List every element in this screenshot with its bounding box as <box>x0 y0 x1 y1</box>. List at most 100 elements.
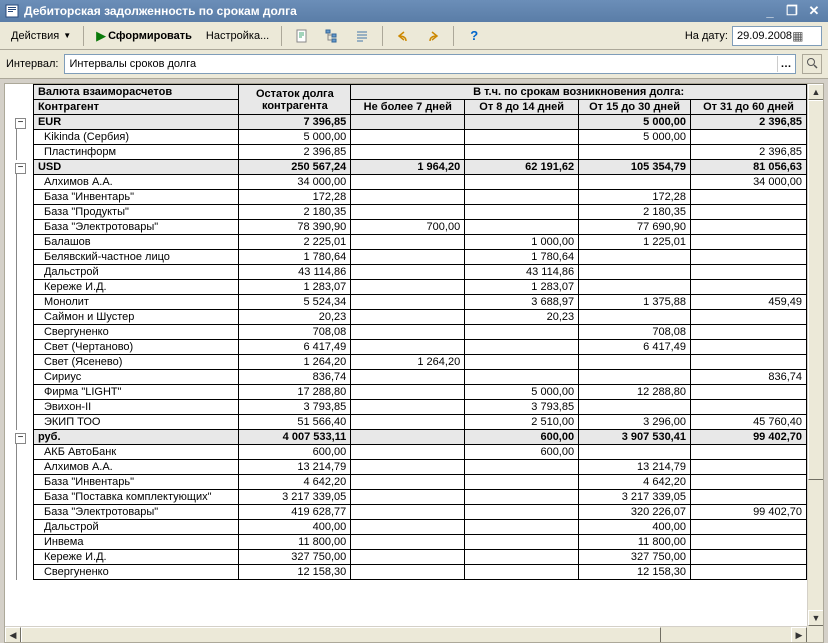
table-row[interactable]: Сириус836,74836,74 <box>5 370 807 385</box>
scroll-thumb-h[interactable] <box>21 627 661 643</box>
form-label: Сформировать <box>108 30 192 42</box>
close-button[interactable]: ✕ <box>804 2 824 20</box>
tree-collapse-button[interactable]: − <box>15 163 26 174</box>
row-p4: 99 402,70 <box>690 505 806 520</box>
date-input[interactable]: 29.09.2008 ▦ <box>732 26 822 46</box>
row-p1 <box>351 235 465 250</box>
table-row[interactable]: База "Электротовары"419 628,77320 226,07… <box>5 505 807 520</box>
row-balance: 3 793,85 <box>239 400 351 415</box>
table-row[interactable]: АКБ АвтоБанк600,00600,00 <box>5 445 807 460</box>
table-row[interactable]: Дальстрой400,00400,00 <box>5 520 807 535</box>
search-button[interactable] <box>802 54 822 74</box>
table-row[interactable]: Алхимов А.А.13 214,7913 214,79 <box>5 460 807 475</box>
row-p4 <box>690 130 806 145</box>
table-row[interactable]: Эвихон-II3 793,853 793,85 <box>5 400 807 415</box>
restore-button[interactable]: ❐ <box>782 2 802 20</box>
tb-icon-1[interactable] <box>289 25 315 47</box>
group-p4: 81 056,63 <box>690 160 806 175</box>
minimize-button[interactable]: _ <box>760 2 780 20</box>
table-row[interactable]: Свергуненко12 158,3012 158,30 <box>5 565 807 580</box>
row-balance: 20,23 <box>239 310 351 325</box>
row-p4: 34 000,00 <box>690 175 806 190</box>
tree-collapse-button[interactable]: − <box>15 433 26 444</box>
table-row[interactable]: База "Продукты"2 180,352 180,35 <box>5 205 807 220</box>
table-row[interactable]: Свергуненко708,08708,08 <box>5 325 807 340</box>
table-row[interactable]: Кереже И.Д.1 283,071 283,07 <box>5 280 807 295</box>
row-p4 <box>690 220 806 235</box>
tb-icon-3[interactable] <box>349 25 375 47</box>
table-row[interactable]: ЭКИП ТОО51 566,402 510,003 296,0045 760,… <box>5 415 807 430</box>
tree-collapse-button[interactable]: − <box>15 118 26 129</box>
filter-bar: Интервал: Интервалы сроков долга … <box>0 50 828 79</box>
scroll-right-arrow[interactable]: ▶ <box>791 627 807 643</box>
vertical-scrollbar[interactable]: ▲ ▼ <box>807 84 823 626</box>
calendar-icon[interactable]: ▦ <box>792 29 819 43</box>
table-row[interactable]: Свет (Чертаново)6 417,496 417,49 <box>5 340 807 355</box>
scroll-thumb[interactable] <box>808 100 824 480</box>
row-name: Алхимов А.А. <box>33 175 238 190</box>
row-p2 <box>465 130 579 145</box>
scroll-left-arrow[interactable]: ◀ <box>5 627 21 643</box>
settings-button[interactable]: Настройка... <box>201 25 274 47</box>
tb-icon-5[interactable] <box>420 25 446 47</box>
row-p3: 3 296,00 <box>579 415 691 430</box>
row-balance: 327 750,00 <box>239 550 351 565</box>
row-p4 <box>690 190 806 205</box>
table-row[interactable]: Белявский-частное лицо1 780,641 780,64 <box>5 250 807 265</box>
table-row[interactable]: Дальстрой43 114,8643 114,86 <box>5 265 807 280</box>
row-p3: 1 375,88 <box>579 295 691 310</box>
table-row[interactable]: База "Инвентарь"172,28172,28 <box>5 190 807 205</box>
row-p2 <box>465 355 579 370</box>
row-p1 <box>351 265 465 280</box>
row-p1 <box>351 475 465 490</box>
group-name[interactable]: EUR <box>33 115 238 130</box>
row-p3 <box>579 445 691 460</box>
help-button[interactable]: ? <box>461 25 487 47</box>
row-p3 <box>579 355 691 370</box>
row-p3: 77 690,90 <box>579 220 691 235</box>
row-p1 <box>351 370 465 385</box>
scroll-down-arrow[interactable]: ▼ <box>808 610 824 626</box>
row-p2: 43 114,86 <box>465 265 579 280</box>
interval-input[interactable]: Интервалы сроков долга … <box>64 54 796 74</box>
row-name: Инвема <box>33 535 238 550</box>
scroll-up-arrow[interactable]: ▲ <box>808 84 824 100</box>
table-row[interactable]: Фирма "LIGHT"17 288,805 000,0012 288,80 <box>5 385 807 400</box>
row-p3: 11 800,00 <box>579 535 691 550</box>
group-balance: 250 567,24 <box>239 160 351 175</box>
date-label: На дату: <box>685 30 728 42</box>
table-row[interactable]: База "Электротовары"78 390,90700,0077 69… <box>5 220 807 235</box>
row-p4 <box>690 400 806 415</box>
table-row[interactable]: Саймон и Шустер20,2320,23 <box>5 310 807 325</box>
row-name: Свергуненко <box>33 565 238 580</box>
table-row[interactable]: База "Поставка комплектующих"3 217 339,0… <box>5 490 807 505</box>
form-button[interactable]: ▶ Сформировать <box>91 25 197 47</box>
table-row[interactable]: Кереже И.Д.327 750,00327 750,00 <box>5 550 807 565</box>
tb-icon-4[interactable] <box>390 25 416 47</box>
row-balance: 4 642,20 <box>239 475 351 490</box>
row-name: Монолит <box>33 295 238 310</box>
row-name: АКБ АвтоБанк <box>33 445 238 460</box>
help-icon: ? <box>466 28 482 44</box>
horizontal-scrollbar[interactable]: ◀ ▶ <box>5 626 807 642</box>
separator <box>453 26 454 46</box>
table-row[interactable]: Монолит5 524,343 688,971 375,88459,49 <box>5 295 807 310</box>
table-row[interactable]: Kikinda (Сербия)5 000,005 000,00 <box>5 130 807 145</box>
actions-menu[interactable]: Действия ▼ <box>6 25 76 47</box>
group-name[interactable]: USD <box>33 160 238 175</box>
table-row[interactable]: Алхимов А.А.34 000,0034 000,00 <box>5 175 807 190</box>
row-balance: 11 800,00 <box>239 535 351 550</box>
table-row[interactable]: База "Инвентарь"4 642,204 642,20 <box>5 475 807 490</box>
row-p3 <box>579 265 691 280</box>
hdr-p2: От 8 до 14 дней <box>465 100 579 115</box>
row-p1 <box>351 190 465 205</box>
table-row[interactable]: Инвема11 800,0011 800,00 <box>5 535 807 550</box>
table-row[interactable]: Балашов2 225,011 000,001 225,01 <box>5 235 807 250</box>
tb-icon-2[interactable] <box>319 25 345 47</box>
interval-label: Интервал: <box>6 58 58 70</box>
table-row[interactable]: Пластинформ2 396,852 396,85 <box>5 145 807 160</box>
table-row[interactable]: Свет (Ясенево)1 264,201 264,20 <box>5 355 807 370</box>
group-name[interactable]: руб. <box>33 430 238 445</box>
row-name: База "Продукты" <box>33 205 238 220</box>
ellipsis-button[interactable]: … <box>777 56 793 72</box>
